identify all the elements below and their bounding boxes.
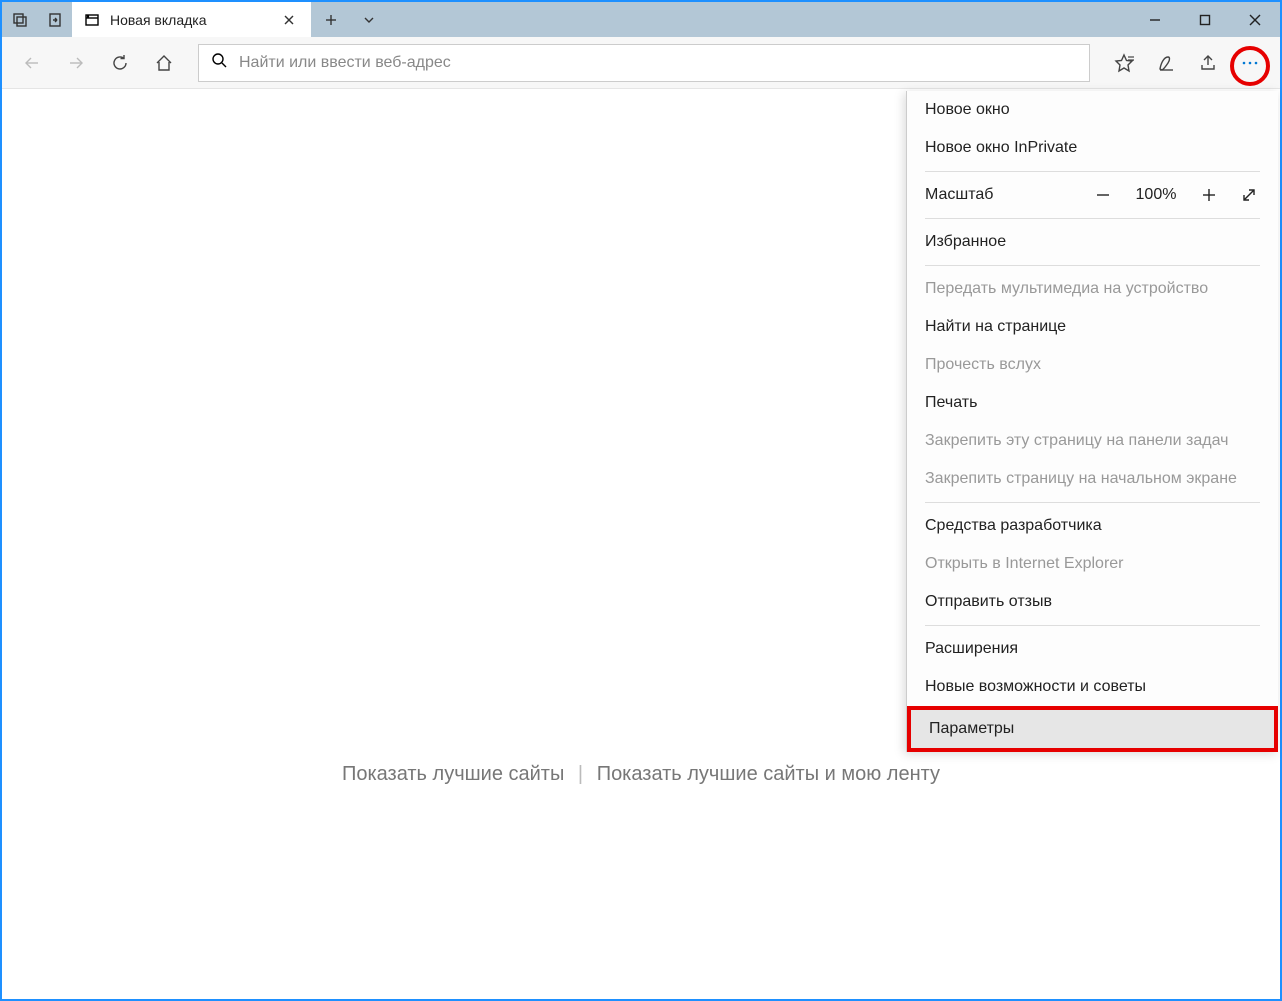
menu-new-window[interactable]: Новое окно xyxy=(907,91,1278,129)
menu-whatsnew[interactable]: Новые возможности и советы xyxy=(907,668,1278,706)
menu-divider xyxy=(925,171,1260,172)
tab-title: Новая вкладка xyxy=(110,12,269,28)
menu-divider xyxy=(925,625,1260,626)
menu-settings[interactable]: Параметры xyxy=(907,706,1278,752)
newtab-options: Показать лучшие сайты | Показать лучшие … xyxy=(4,763,1278,786)
share-button[interactable] xyxy=(1188,43,1228,83)
close-window-button[interactable] xyxy=(1230,2,1280,37)
menu-feedback[interactable]: Отправить отзыв xyxy=(907,583,1278,621)
notes-button[interactable] xyxy=(1146,43,1186,83)
menu-pin-start: Закрепить страницу на начальном экране xyxy=(907,460,1278,498)
menu-cast: Передать мультимедиа на устройство xyxy=(907,270,1278,308)
home-button[interactable] xyxy=(144,43,184,83)
maximize-button[interactable] xyxy=(1180,2,1230,37)
menu-read-aloud: Прочесть вслух xyxy=(907,346,1278,384)
address-bar[interactable] xyxy=(198,44,1090,82)
zoom-in-button[interactable] xyxy=(1198,187,1220,203)
close-tab-button[interactable] xyxy=(279,14,299,26)
newtab-icon xyxy=(84,12,100,28)
menu-extensions[interactable]: Расширения xyxy=(907,630,1278,668)
menu-divider xyxy=(925,502,1260,503)
toolbar xyxy=(2,37,1280,89)
menu-find[interactable]: Найти на странице xyxy=(907,308,1278,346)
favorites-button[interactable] xyxy=(1104,43,1144,83)
menu-print[interactable]: Печать xyxy=(907,384,1278,422)
zoom-label: Масштаб xyxy=(925,186,993,204)
address-input[interactable] xyxy=(239,54,1077,72)
more-button[interactable] xyxy=(1230,43,1270,83)
menu-pin-taskbar: Закрепить эту страницу на панели задач xyxy=(907,422,1278,460)
menu-zoom-row: Масштаб 100% xyxy=(907,176,1278,214)
titlebar: Новая вкладка xyxy=(2,2,1280,37)
tabs-aside-button[interactable] xyxy=(2,2,37,37)
settings-menu: Новое окно Новое окно InPrivate Масштаб … xyxy=(906,91,1278,752)
zoom-out-button[interactable] xyxy=(1092,187,1114,203)
menu-devtools[interactable]: Средства разработчика xyxy=(907,507,1278,545)
show-top-sites-and-feed-link[interactable]: Показать лучшие сайты и мою ленту xyxy=(597,763,940,785)
separator: | xyxy=(578,763,583,785)
menu-new-inprivate[interactable]: Новое окно InPrivate xyxy=(907,129,1278,167)
show-top-sites-link[interactable]: Показать лучшие сайты xyxy=(342,763,564,785)
forward-button[interactable] xyxy=(56,43,96,83)
set-aside-button[interactable] xyxy=(37,2,72,37)
refresh-button[interactable] xyxy=(100,43,140,83)
menu-divider xyxy=(925,265,1260,266)
menu-open-ie: Открыть в Internet Explorer xyxy=(907,545,1278,583)
tab-dropdown-button[interactable] xyxy=(350,2,388,37)
minimize-button[interactable] xyxy=(1130,2,1180,37)
menu-divider xyxy=(925,218,1260,219)
search-icon xyxy=(211,52,227,73)
active-tab[interactable]: Новая вкладка xyxy=(72,2,312,37)
fullscreen-button[interactable] xyxy=(1238,187,1260,203)
menu-favorites[interactable]: Избранное xyxy=(907,223,1278,261)
back-button[interactable] xyxy=(12,43,52,83)
zoom-value: 100% xyxy=(1132,186,1180,204)
new-tab-button[interactable] xyxy=(312,2,350,37)
